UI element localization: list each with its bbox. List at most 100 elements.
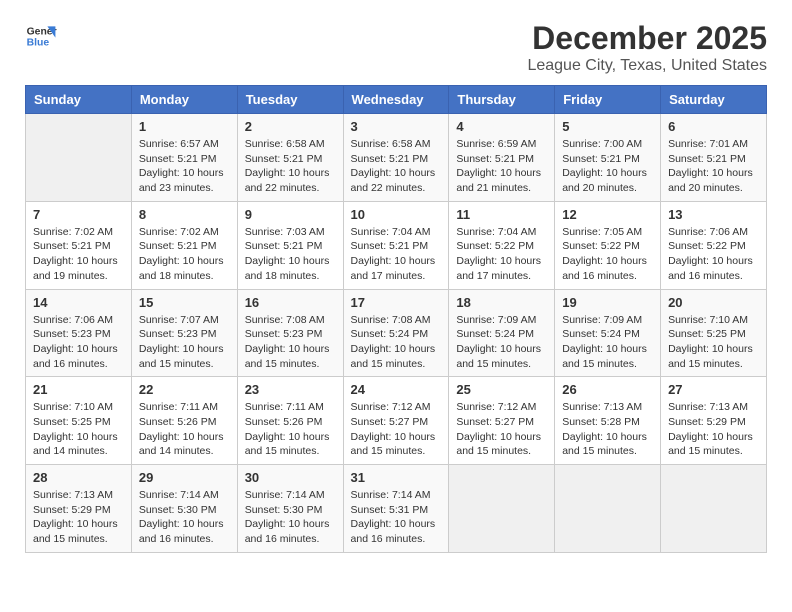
week-row-3: 21 Sunrise: 7:10 AM Sunset: 5:25 PM Dayli… [26,377,767,465]
day-info: Sunrise: 7:08 AM Sunset: 5:23 PM Dayligh… [245,313,336,372]
logo: General Blue [25,20,57,52]
calendar-cell: 2 Sunrise: 6:58 AM Sunset: 5:21 PM Daylig… [237,114,343,202]
calendar-cell: 31Sunrise: 7:14 AM Sunset: 5:31 PM Dayli… [343,465,449,553]
day-info: Sunrise: 6:58 AM Sunset: 5:21 PM Dayligh… [245,137,336,196]
week-row-4: 28Sunrise: 7:13 AM Sunset: 5:29 PM Dayli… [26,465,767,553]
weekday-friday: Friday [555,86,661,114]
day-info: Sunrise: 7:00 AM Sunset: 5:21 PM Dayligh… [562,137,653,196]
day-number: 18 [456,295,547,310]
weekday-thursday: Thursday [449,86,555,114]
calendar-cell: 9Sunrise: 7:03 AM Sunset: 5:21 PM Daylig… [237,201,343,289]
day-number: 4 [456,119,547,134]
calendar-cell [449,465,555,553]
calendar-cell: 5 Sunrise: 7:00 AM Sunset: 5:21 PM Daylig… [555,114,661,202]
calendar-cell: 13 Sunrise: 7:06 AM Sunset: 5:22 PM Dayli… [661,201,767,289]
day-info: Sunrise: 7:13 AM Sunset: 5:29 PM Dayligh… [668,400,759,459]
calendar-cell [555,465,661,553]
day-info: Sunrise: 7:14 AM Sunset: 5:30 PM Dayligh… [245,488,336,547]
calendar-cell: 4 Sunrise: 6:59 AM Sunset: 5:21 PM Daylig… [449,114,555,202]
day-number: 10 [351,207,442,222]
svg-text:Blue: Blue [27,38,50,49]
calendar-cell: 28Sunrise: 7:13 AM Sunset: 5:29 PM Dayli… [26,465,132,553]
day-info: Sunrise: 7:06 AM Sunset: 5:22 PM Dayligh… [668,225,759,284]
day-number: 12 [562,207,653,222]
day-info: Sunrise: 7:07 AM Sunset: 5:23 PM Dayligh… [139,313,230,372]
day-number: 21 [33,382,124,397]
day-number: 13 [668,207,759,222]
day-info: Sunrise: 7:09 AM Sunset: 5:24 PM Dayligh… [562,313,653,372]
calendar-cell: 11 Sunrise: 7:04 AM Sunset: 5:22 PM Dayli… [449,201,555,289]
day-number: 7 [33,207,124,222]
weekday-header-row: SundayMondayTuesdayWednesdayThursdayFrid… [26,86,767,114]
day-info: Sunrise: 7:10 AM Sunset: 5:25 PM Dayligh… [668,313,759,372]
title-section: December 2025 League City, Texas, United… [527,20,767,75]
day-number: 20 [668,295,759,310]
location-title: League City, Texas, United States [527,57,767,75]
calendar-table: SundayMondayTuesdayWednesdayThursdayFrid… [25,85,767,553]
day-info: Sunrise: 7:12 AM Sunset: 5:27 PM Dayligh… [456,400,547,459]
day-info: Sunrise: 7:04 AM Sunset: 5:21 PM Dayligh… [351,225,442,284]
calendar-cell: 6 Sunrise: 7:01 AM Sunset: 5:21 PM Daylig… [661,114,767,202]
day-info: Sunrise: 6:59 AM Sunset: 5:21 PM Dayligh… [456,137,547,196]
day-info: Sunrise: 7:10 AM Sunset: 5:25 PM Dayligh… [33,400,124,459]
day-number: 26 [562,382,653,397]
calendar-body: 1 Sunrise: 6:57 AM Sunset: 5:21 PM Daylig… [26,114,767,553]
day-number: 23 [245,382,336,397]
day-number: 3 [351,119,442,134]
day-number: 31 [351,470,442,485]
weekday-tuesday: Tuesday [237,86,343,114]
day-info: Sunrise: 7:11 AM Sunset: 5:26 PM Dayligh… [245,400,336,459]
calendar-cell: 14 Sunrise: 7:06 AM Sunset: 5:23 PM Dayli… [26,289,132,377]
day-number: 9 [245,207,336,222]
day-number: 27 [668,382,759,397]
weekday-saturday: Saturday [661,86,767,114]
month-title: December 2025 [527,20,767,57]
calendar-cell: 1 Sunrise: 6:57 AM Sunset: 5:21 PM Daylig… [131,114,237,202]
logo-icon: General Blue [25,20,57,52]
day-info: Sunrise: 7:09 AM Sunset: 5:24 PM Dayligh… [456,313,547,372]
day-info: Sunrise: 7:11 AM Sunset: 5:26 PM Dayligh… [139,400,230,459]
calendar-cell: 24Sunrise: 7:12 AM Sunset: 5:27 PM Dayli… [343,377,449,465]
day-number: 2 [245,119,336,134]
day-info: Sunrise: 7:13 AM Sunset: 5:29 PM Dayligh… [33,488,124,547]
day-number: 30 [245,470,336,485]
calendar-cell: 26 Sunrise: 7:13 AM Sunset: 5:28 PM Dayli… [555,377,661,465]
day-number: 14 [33,295,124,310]
weekday-monday: Monday [131,86,237,114]
calendar-cell: 7 Sunrise: 7:02 AM Sunset: 5:21 PM Daylig… [26,201,132,289]
day-info: Sunrise: 7:04 AM Sunset: 5:22 PM Dayligh… [456,225,547,284]
day-info: Sunrise: 7:06 AM Sunset: 5:23 PM Dayligh… [33,313,124,372]
calendar-cell [661,465,767,553]
day-number: 5 [562,119,653,134]
calendar-cell: 30 Sunrise: 7:14 AM Sunset: 5:30 PM Dayli… [237,465,343,553]
day-info: Sunrise: 7:14 AM Sunset: 5:30 PM Dayligh… [139,488,230,547]
week-row-1: 7 Sunrise: 7:02 AM Sunset: 5:21 PM Daylig… [26,201,767,289]
calendar-cell: 22 Sunrise: 7:11 AM Sunset: 5:26 PM Dayli… [131,377,237,465]
day-number: 19 [562,295,653,310]
day-info: Sunrise: 7:05 AM Sunset: 5:22 PM Dayligh… [562,225,653,284]
day-number: 16 [245,295,336,310]
day-info: Sunrise: 6:58 AM Sunset: 5:21 PM Dayligh… [351,137,442,196]
day-info: Sunrise: 7:13 AM Sunset: 5:28 PM Dayligh… [562,400,653,459]
day-info: Sunrise: 7:02 AM Sunset: 5:21 PM Dayligh… [33,225,124,284]
day-number: 22 [139,382,230,397]
weekday-wednesday: Wednesday [343,86,449,114]
week-row-0: 1 Sunrise: 6:57 AM Sunset: 5:21 PM Daylig… [26,114,767,202]
calendar-cell: 21 Sunrise: 7:10 AM Sunset: 5:25 PM Dayli… [26,377,132,465]
day-info: Sunrise: 7:12 AM Sunset: 5:27 PM Dayligh… [351,400,442,459]
day-info: Sunrise: 7:01 AM Sunset: 5:21 PM Dayligh… [668,137,759,196]
day-number: 6 [668,119,759,134]
day-number: 8 [139,207,230,222]
calendar-cell: 10 Sunrise: 7:04 AM Sunset: 5:21 PM Dayli… [343,201,449,289]
day-info: Sunrise: 6:57 AM Sunset: 5:21 PM Dayligh… [139,137,230,196]
day-number: 11 [456,207,547,222]
calendar-cell: 12 Sunrise: 7:05 AM Sunset: 5:22 PM Dayli… [555,201,661,289]
day-info: Sunrise: 7:02 AM Sunset: 5:21 PM Dayligh… [139,225,230,284]
calendar-cell: 16 Sunrise: 7:08 AM Sunset: 5:23 PM Dayli… [237,289,343,377]
calendar-cell: 17Sunrise: 7:08 AM Sunset: 5:24 PM Dayli… [343,289,449,377]
calendar-cell: 27 Sunrise: 7:13 AM Sunset: 5:29 PM Dayli… [661,377,767,465]
day-number: 1 [139,119,230,134]
calendar-cell: 25Sunrise: 7:12 AM Sunset: 5:27 PM Dayli… [449,377,555,465]
calendar-cell: 15Sunrise: 7:07 AM Sunset: 5:23 PM Dayli… [131,289,237,377]
calendar-cell: 19 Sunrise: 7:09 AM Sunset: 5:24 PM Dayli… [555,289,661,377]
